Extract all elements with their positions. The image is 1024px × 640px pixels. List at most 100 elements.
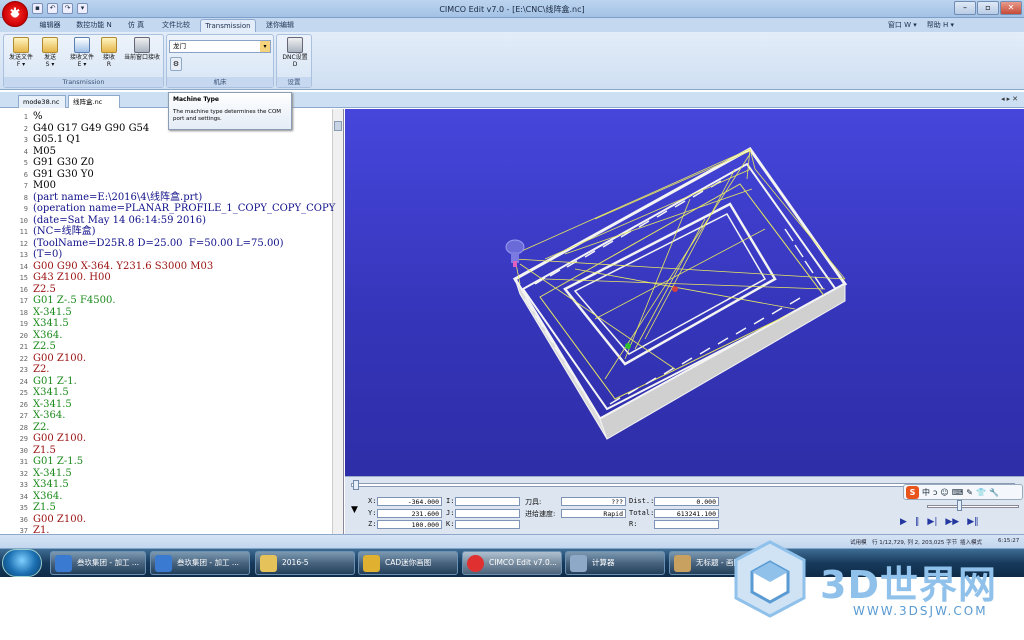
ime-tool-icon[interactable]: 🔧 [989,488,999,497]
line-number: 24 [19,377,28,386]
code-line: Z2.5 [33,283,56,295]
scrollbar-thumb[interactable] [334,121,342,131]
simulation-viewport[interactable] [345,109,1024,476]
receive-file-icon [74,37,90,53]
code-line: G00 G90 X-364. Y231.6 S3000 M03 [33,260,214,272]
code-line: X-341.5 [33,467,72,479]
code-line: G01 Z-.5 F4500. [33,295,116,306]
ime-skin-icon[interactable]: 👕 [976,488,986,497]
close-button[interactable]: ✕ [1000,1,1022,15]
menu-right: 窗口 W ▾ 帮助 H ▾ [888,20,954,30]
task-item-6[interactable]: 计算器 [565,551,665,575]
line-number: 35 [19,504,28,512]
line-number: 11 [19,228,28,236]
menu-window[interactable]: 窗口 W ▾ [888,20,917,30]
x-label: X: [368,497,377,505]
editor-vertical-scrollbar[interactable] [332,109,343,534]
dnc-icon [287,37,303,53]
tab-nc-functions[interactable]: 数控功能 N [72,19,116,32]
send-button[interactable]: 发送 S ▾ [36,37,64,68]
receive-file-button[interactable]: 接收文件 E ▾ [66,37,98,68]
step-fast-icon[interactable]: ▶▶ [945,517,959,527]
line-number: 7 [23,182,28,190]
ime-smile-icon[interactable]: ☺ [940,488,948,497]
ime-moon-icon[interactable]: ↄ [933,488,937,497]
code-line: (T=0) [33,249,63,260]
start-button[interactable] [2,549,42,577]
machine-settings-icon[interactable]: ⚙ [170,57,182,71]
folder-icon [260,555,277,572]
current-window-receive-button[interactable]: 当前窗口接收 [120,37,164,61]
task-item-2[interactable]: 叁玖集团 - 加工 ... [150,551,250,575]
end-icon[interactable]: ▶‖ [967,517,978,527]
cimco-logo-icon[interactable]: ✱ [2,1,28,27]
i-value [455,497,520,506]
code-line: G01 Z-1.5 [33,456,84,467]
sim-speed-slider[interactable] [927,505,1019,508]
code-line: X341.5 [33,318,69,329]
ime-pen-icon[interactable]: ✎ [966,488,973,497]
sogou-icon[interactable]: S [906,485,919,499]
receive-button[interactable]: 接收 R [98,37,120,68]
code-line: X-341.5 [33,306,72,318]
doc-tab-mode38[interactable]: mode38.nc [18,95,66,108]
line-number: 13 [19,251,28,259]
ime-keyboard-icon[interactable]: ⌨ [952,488,964,497]
task-item-5[interactable]: CIMCO Edit v7.0... [462,551,562,575]
code-line: G00 Z100. [33,433,87,444]
menu-help[interactable]: 帮助 H ▾ [927,20,954,30]
task-item-4[interactable]: CAD迷你画图 [358,551,458,575]
pause-icon[interactable]: ‖ [915,517,920,527]
line-number: 19 [19,320,28,328]
play-icon[interactable]: ▶ [900,517,907,527]
line-number: 17 [19,297,28,305]
total-value: 613241.100 [654,509,719,518]
code-line: Z2.5 [33,341,56,352]
line-number: 8 [23,193,28,202]
dnc-settings-button[interactable]: DNC设置 D [279,37,311,68]
minimize-button[interactable]: – [954,1,976,15]
line-number: 5 [23,159,28,167]
z-value: 100.000 [377,520,442,529]
code-line: G91 G30 Y0 [33,168,94,180]
tool-icon: ▼ [351,505,358,515]
code-line: (date=Sat May 14 06:14:59 2016) [33,214,206,226]
line-number: 15 [19,274,28,282]
receive-icon [101,37,117,53]
sim-progress-thumb[interactable] [353,480,359,490]
send-file-icon [13,37,29,53]
send-icon [42,37,58,53]
doc-tab-active[interactable]: 线阵盒.nc [68,95,120,108]
send-file-button[interactable]: 发送文件 F ▾ [6,37,36,68]
step-icon[interactable]: ▶| [927,517,937,527]
tab-file-compare[interactable]: 文件比较 [156,19,196,32]
tooltip-title: Machine Type [173,96,219,103]
line-number: 23 [19,366,28,374]
code-line: X-341.5 [33,398,72,410]
chevron-down-icon[interactable]: ▾ [260,41,270,52]
tab-mini-editor[interactable]: 迷你编辑 [260,19,300,32]
line-number: 30 [19,446,28,455]
toolpath-graphic [505,147,848,440]
tab-navigation[interactable]: ◂▸✕ [1001,95,1020,103]
code-editor[interactable]: 1% 2 G40 G17 G49 G90 G54 3 G05.1 Q1 4 M05 5 G91 … [0,109,344,536]
maximize-button[interactable]: ▫ [977,1,999,15]
j-label: J: [446,509,455,517]
receive-window-icon [134,37,150,53]
sim-speed-thumb[interactable] [957,500,962,511]
tab-transmission[interactable]: Transmission [200,19,256,32]
ime-chinese-icon[interactable]: 中 [922,487,930,498]
tab-editor[interactable]: 编辑器 [30,19,70,32]
total-label: Total: [629,509,655,517]
cad-icon [363,555,380,572]
ime-toolbar[interactable]: S 中 ↄ ☺ ⌨ ✎ 👕 🔧 [903,484,1023,500]
line-number: 2 [23,124,28,133]
task-item-1[interactable]: 叁玖集团 - 加工 ... [50,551,146,575]
tab-simulation[interactable]: 仿 真 [120,19,152,32]
transmission-group-label: Transmission [4,77,163,87]
line-number: 6 [23,170,28,179]
line-number: 4 [23,147,28,156]
code-line: (NC=线阵盒) [33,226,96,237]
machine-type-select[interactable]: 龙门 ▾ [169,40,271,53]
task-item-3[interactable]: 2016-5 [255,551,355,575]
